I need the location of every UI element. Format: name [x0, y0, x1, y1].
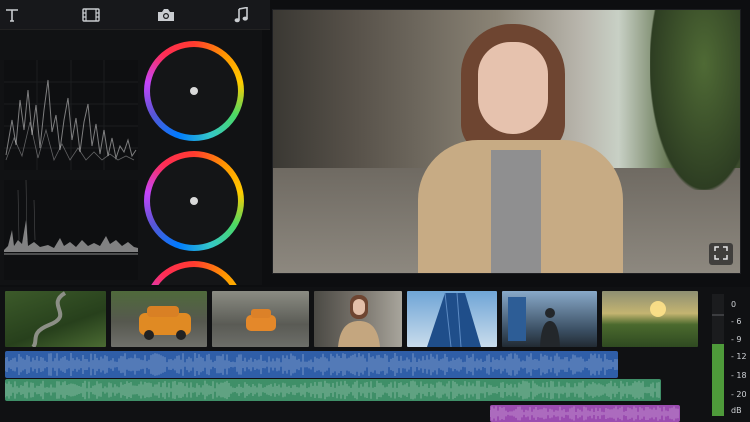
- meter-label-db: dB: [731, 406, 742, 415]
- meter-label-6: - 6: [731, 317, 742, 326]
- meter-label-20: - 20: [731, 390, 747, 399]
- clip-orange-car-front[interactable]: [111, 291, 207, 347]
- clip-sunset-field[interactable]: [602, 291, 698, 347]
- gain-wheel-clip: [144, 258, 244, 285]
- gamma-color-wheel[interactable]: [144, 151, 244, 251]
- audio-level-meter: 0 - 6 - 9 - 12 - 18 - 20 dB: [709, 294, 750, 422]
- film-icon[interactable]: [81, 6, 101, 24]
- meter-label-0: 0: [731, 300, 737, 309]
- waveform-scope: [4, 60, 138, 170]
- clip-winding-road[interactable]: [5, 291, 106, 347]
- audio-waveform-3: [490, 406, 679, 421]
- preview-subject-sweater: [491, 150, 541, 273]
- audio-track-1[interactable]: [5, 351, 618, 378]
- preview-viewer[interactable]: [272, 9, 741, 274]
- lift-wheel-handle[interactable]: [190, 87, 198, 95]
- video-track: [5, 291, 699, 347]
- meter-label-9: - 9: [731, 335, 742, 344]
- histogram-scope: [4, 180, 138, 280]
- meter-peak: [712, 314, 724, 316]
- clip-orange-car-road[interactable]: [212, 291, 309, 347]
- clip-man-city[interactable]: [502, 291, 597, 347]
- gain-color-wheel[interactable]: [144, 261, 244, 285]
- camera-icon[interactable]: [156, 6, 176, 24]
- preview-subject-face: [478, 42, 548, 134]
- meter-level: [712, 344, 724, 416]
- color-panel: [0, 30, 262, 285]
- music-note-icon[interactable]: [231, 6, 251, 24]
- clip-glass-tower[interactable]: [407, 291, 497, 347]
- fullscreen-button[interactable]: [709, 243, 733, 265]
- timeline: [0, 287, 750, 422]
- toolbar: [0, 0, 270, 30]
- audio-waveform-1: [5, 353, 618, 376]
- text-icon[interactable]: [2, 6, 22, 24]
- preview-trees: [650, 10, 740, 190]
- fullscreen-icon: [714, 245, 728, 264]
- lift-color-wheel[interactable]: [144, 41, 244, 141]
- meter-label-18: - 18: [731, 371, 747, 380]
- audio-waveform-2: [5, 380, 660, 400]
- meter-label-12: - 12: [731, 352, 747, 361]
- audio-track-2[interactable]: [5, 379, 661, 401]
- gamma-wheel-handle[interactable]: [190, 197, 198, 205]
- video-editor: 0 - 6 - 9 - 12 - 18 - 20 dB: [0, 0, 750, 422]
- clip-woman-portrait[interactable]: [314, 291, 402, 347]
- audio-track-3[interactable]: [490, 405, 680, 422]
